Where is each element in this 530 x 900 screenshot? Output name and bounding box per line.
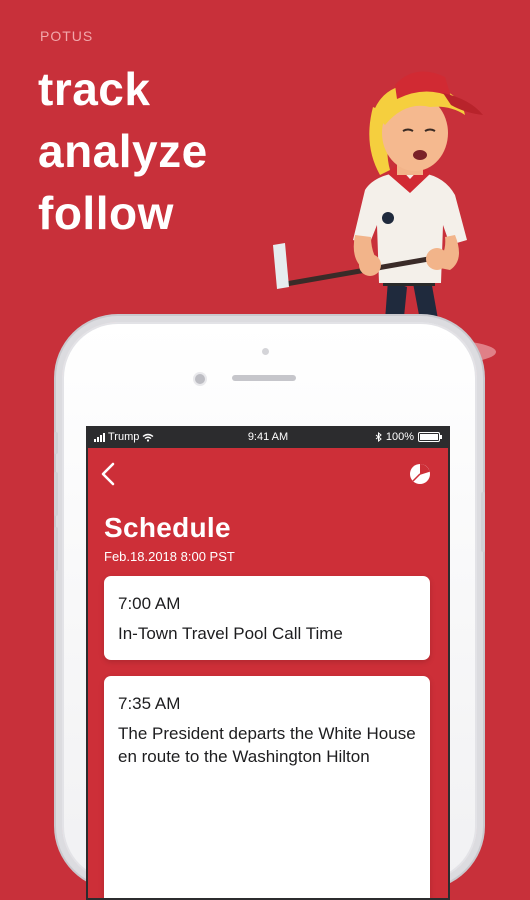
app-screen: Trump 9:41 AM 100% Schedule Feb.18.2018 … bbox=[86, 426, 450, 900]
tagline-line-track: track bbox=[38, 63, 151, 115]
event-description: In-Town Travel Pool Call Time bbox=[118, 624, 343, 643]
phone-power-button bbox=[481, 492, 485, 552]
battery-percent: 100% bbox=[385, 431, 414, 443]
event-description: The President departs the White House en… bbox=[118, 724, 416, 766]
phone-volume-up-button bbox=[54, 472, 58, 516]
schedule-card[interactable]: 7:35 AM The President departs the White … bbox=[104, 676, 430, 898]
phone-mute-switch bbox=[54, 432, 58, 454]
bluetooth-icon bbox=[375, 432, 382, 442]
front-camera bbox=[195, 374, 205, 384]
schedule-date: Feb.18.2018 8:00 PST bbox=[104, 549, 235, 564]
tagline: track analyze follow bbox=[38, 58, 208, 244]
phone-device: Trump 9:41 AM 100% Schedule Feb.18.2018 … bbox=[54, 322, 485, 900]
status-bar: Trump 9:41 AM 100% bbox=[88, 428, 448, 448]
proximity-sensor bbox=[262, 348, 269, 355]
earpiece-speaker bbox=[232, 375, 296, 381]
chevron-left-icon[interactable] bbox=[100, 462, 116, 486]
battery-icon bbox=[418, 432, 442, 442]
event-time: 7:00 AM bbox=[118, 594, 181, 613]
tagline-line-analyze: analyze bbox=[38, 125, 208, 177]
schedule-card[interactable]: 7:00 AM In-Town Travel Pool Call Time bbox=[104, 576, 430, 660]
page-title: Schedule bbox=[104, 512, 231, 543]
eyebrow-label: POTUS bbox=[40, 28, 94, 44]
tagline-line-follow: follow bbox=[38, 187, 174, 239]
event-time: 7:35 AM bbox=[118, 694, 181, 713]
phone-volume-down-button bbox=[54, 527, 58, 571]
pie-chart-icon[interactable] bbox=[408, 462, 432, 486]
status-right: 100% bbox=[375, 431, 442, 443]
